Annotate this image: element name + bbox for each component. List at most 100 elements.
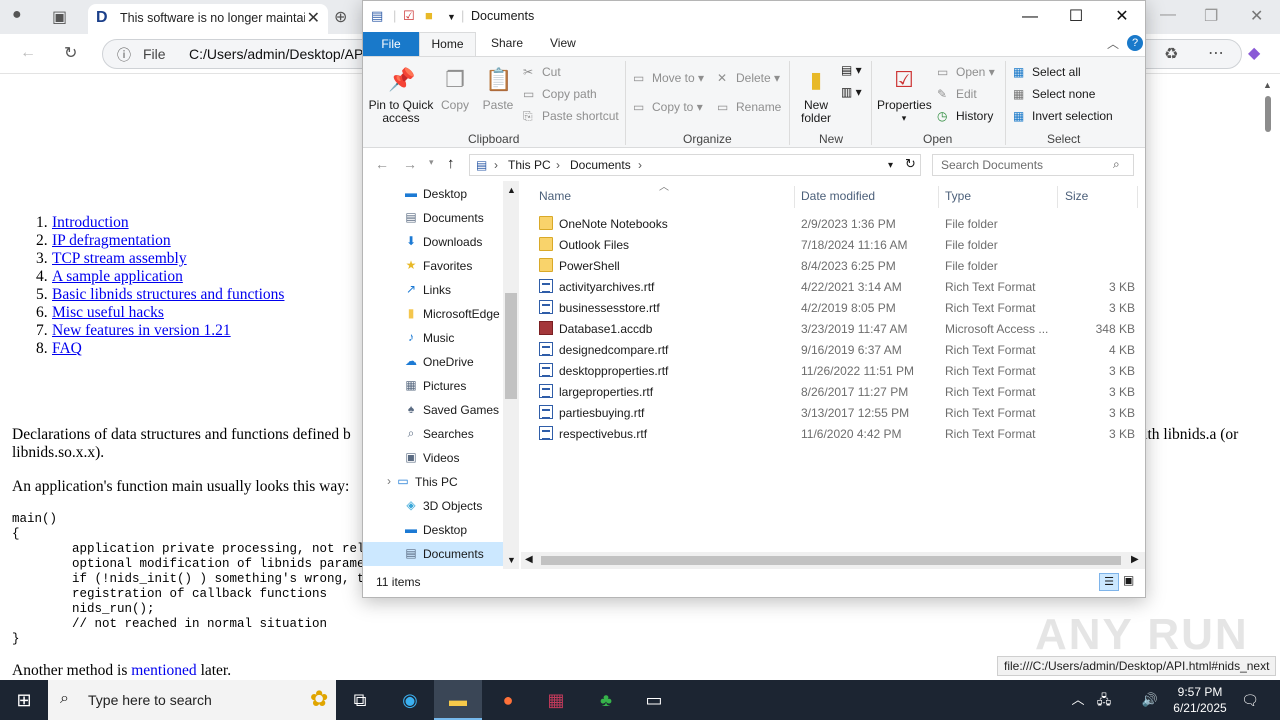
properties-button[interactable]: ☑ Properties ▾ [877,65,932,125]
cut-button[interactable]: ✂ Cut [523,65,561,79]
invert-selection-button[interactable]: ▦ Invert selection [1013,109,1113,123]
file-row[interactable]: Outlook Files 7/18/2024 11:16 AM File fold… [535,234,1135,255]
toc-link[interactable]: IP defragmentation [52,232,171,249]
file-row[interactable]: businessesstore.rtf 4/2/2019 8:05 PM Rich … [535,297,1135,318]
toc-link[interactable]: A sample application [52,268,183,285]
globe-icon[interactable]: ⊕ [334,7,347,27]
up-arrow-icon[interactable]: ↑ [447,155,455,172]
toc-link[interactable]: Basic libnids structures and functions [52,286,284,303]
nav-item[interactable]: › ▭ This PC [363,470,503,494]
scrollbar-thumb[interactable] [1265,96,1271,132]
properties-qat-icon[interactable]: ▤ [371,8,383,24]
toc-link[interactable]: FAQ [52,340,82,357]
file-row[interactable]: respectivebus.rtf 11/6/2020 4:42 PM Rich T… [535,423,1135,444]
large-icons-view-icon[interactable]: ▣ [1123,573,1134,587]
new-item-icon[interactable]: ▤ ▾ [841,63,862,77]
nav-item[interactable]: ♪ Music [363,326,503,350]
column-header-date[interactable]: Date modified [801,189,875,203]
cmd-taskbar-icon[interactable]: ▭ [630,680,678,720]
nav-scroll-down-icon[interactable]: ▼ [507,555,516,565]
delete-button[interactable]: ✕ Delete ▾ [717,71,780,85]
nav-item[interactable]: ⬇ Downloads [363,230,503,254]
file-row[interactable]: Database1.accdb 3/23/2019 11:47 AM Microso… [535,318,1135,339]
scroll-up-icon[interactable]: ▲ [1263,80,1272,90]
copy-button[interactable]: ❐ Copy [437,65,473,112]
select-all-button[interactable]: ▦ Select all [1013,65,1081,79]
nav-item[interactable]: ▬ Desktop [363,182,503,206]
paste-shortcut-button[interactable]: ⎘ Paste shortcut [523,109,619,124]
page-scrollbar[interactable]: ▲ [1260,76,1276,678]
refresh-icon[interactable]: ↻ [64,43,77,63]
file-row[interactable]: OneNote Notebooks 2/9/2023 1:36 PM File fo… [535,213,1135,234]
column-header-size[interactable]: Size [1065,189,1088,203]
file-explorer-taskbar-icon[interactable]: ▬ [434,680,482,720]
file-row[interactable]: activityarchives.rtf 4/22/2021 3:14 AM Ric… [535,276,1135,297]
nav-item[interactable]: ▤ Documents [363,206,503,230]
tab-file[interactable]: File [363,32,419,56]
winrar-taskbar-icon[interactable]: ▦ [532,680,580,720]
system-clock[interactable]: 9:57 PM 6/21/2025 [1168,684,1232,716]
nav-item[interactable]: ☁ OneDrive [363,350,503,374]
new-folder-button[interactable]: ▮ New folder [795,65,837,125]
rename-button[interactable]: ▭ Rename [717,100,781,114]
toc-link[interactable]: TCP stream assembly [52,250,187,267]
app-taskbar-icon[interactable]: ♣ [582,680,630,720]
pin-quick-access-button[interactable]: 📌 Pin to Quick access [367,65,435,125]
mentioned-link[interactable]: mentioned [131,662,196,678]
select-none-button[interactable]: ▦ Select none [1013,87,1095,101]
new-folder-qat-icon[interactable]: ■ [425,8,433,23]
open-button[interactable]: ▭ Open ▾ [937,65,995,79]
minimize-icon[interactable]: — [1007,5,1053,29]
nav-item[interactable]: ↗ Links [363,278,503,302]
copy-to-button[interactable]: ▭ Copy to ▾ [633,100,703,114]
undo-qat-icon[interactable]: ☑ [403,8,415,24]
hscroll-thumb[interactable] [541,556,1121,565]
more-icon[interactable]: ⋯ [1208,43,1224,63]
edge-taskbar-icon[interactable]: ◉ [386,680,434,720]
nav-item[interactable]: ⌕ Searches [363,422,503,446]
help-icon[interactable]: ? [1127,35,1143,51]
tab-view[interactable]: View [550,36,576,50]
nav-item[interactable]: ♠ Saved Games [363,398,503,422]
move-to-button[interactable]: ▭ Move to ▾ [633,71,704,85]
browser-minimize-icon[interactable]: — [1160,6,1176,24]
nav-item[interactable]: ▣ Videos [363,446,503,470]
toc-link[interactable]: Misc useful hacks [52,304,164,321]
profile-icon[interactable]: ● [12,6,22,24]
back-arrow-icon[interactable]: ← [375,156,389,172]
copy-path-button[interactable]: ▭ Copy path [523,87,597,101]
nav-scroll-up-icon[interactable]: ▲ [507,185,516,195]
navigation-pane-scrollbar[interactable]: ▲ ▼ [503,181,519,569]
explorer-address-box[interactable]: ▤ › This PC › Documents › ▾ [469,154,921,176]
column-header-type[interactable]: Type [945,189,971,203]
nav-item[interactable]: ▤ Documents [363,542,503,566]
file-list-hscrollbar[interactable]: ◀ ▶ [521,552,1145,569]
info-icon[interactable]: ⓘ [117,45,131,65]
tab-active[interactable]: D This software is no longer maintai ✕ [88,4,328,34]
browser-close-icon[interactable]: ✕ [1250,6,1263,26]
file-row[interactable]: PowerShell 8/4/2023 6:25 PM File folder [535,255,1135,276]
nav-item[interactable]: ◈ 3D Objects [363,494,503,518]
edit-button[interactable]: ✎ Edit [937,87,977,101]
paste-button[interactable]: 📋 Paste [479,65,517,112]
back-icon[interactable]: ← [20,44,36,62]
taskbar-search-input[interactable]: ⌕ Type here to search ✿ [48,680,336,720]
recent-locations-icon[interactable]: ▾ [429,157,434,168]
show-hidden-icons-icon[interactable]: ︿ [1064,680,1092,720]
hscroll-right-icon[interactable]: ▶ [1131,554,1139,565]
copilot-icon[interactable]: ◆ [1248,43,1260,63]
start-icon[interactable]: ⊞ [0,680,48,720]
qat-dropdown-icon[interactable]: ▼ [447,12,456,22]
nav-item[interactable]: ▮ MicrosoftEdge [363,302,503,326]
nav-item[interactable]: ▦ Pictures [363,374,503,398]
firefox-taskbar-icon[interactable]: ● [484,680,532,720]
column-header-name[interactable]: Name [539,189,571,203]
easy-access-icon[interactable]: ▥ ▾ [841,85,862,99]
tab-actions-icon[interactable]: ▣ [52,7,67,27]
collapse-ribbon-icon[interactable]: ︿ [1107,35,1119,52]
breadcrumb-documents[interactable]: Documents [570,158,631,172]
notifications-icon[interactable]: 🗨 [1236,680,1264,720]
browser-restore-icon[interactable]: ❐ [1204,6,1218,26]
nav-item[interactable]: ▬ Desktop [363,518,503,542]
maximize-icon[interactable]: ☐ [1053,5,1099,29]
